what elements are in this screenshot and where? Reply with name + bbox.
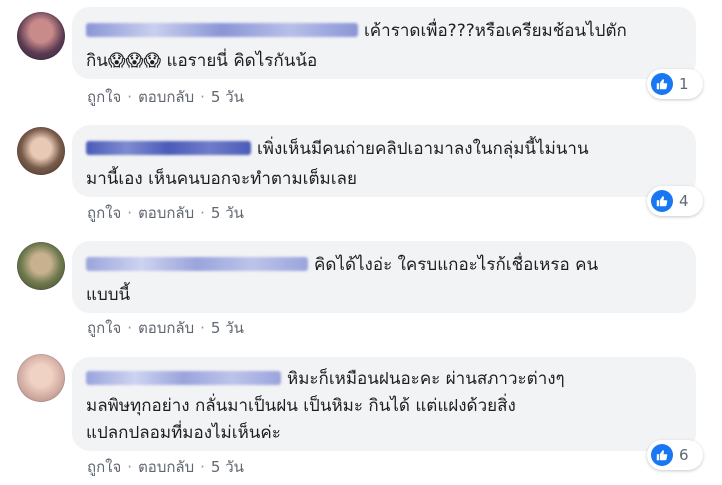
separator: · [200,88,205,106]
separator: · [200,204,205,222]
avatar[interactable] [17,12,65,60]
comment-actions: ถูกใจ · ตอบกลับ · 5 วัน [87,87,244,107]
reaction-summary[interactable]: 6 [647,440,703,470]
avatar[interactable] [17,127,65,175]
separator: · [127,458,133,476]
reply-link[interactable]: ตอบกลับ [138,319,194,337]
reaction-summary[interactable]: 1 [647,69,703,99]
like-icon [651,190,673,212]
separator: · [127,204,133,222]
comment-bubble: เค้าราดเพื่อ???หรือเครียมช้อนไปตัก กิน😱😱… [72,7,696,79]
commenter-name-blurred[interactable] [86,141,251,155]
like-icon [651,444,673,466]
timestamp-link[interactable]: 5 วัน [211,458,244,476]
avatar[interactable] [17,242,65,290]
reply-link[interactable]: ตอบกลับ [138,88,194,106]
separator: · [127,88,133,106]
like-link[interactable]: ถูกใจ [87,458,121,476]
reply-link[interactable]: ตอบกลับ [138,204,194,222]
reply-link[interactable]: ตอบกลับ [138,458,194,476]
like-link[interactable]: ถูกใจ [87,204,121,222]
reaction-summary[interactable]: 4 [647,186,703,216]
reaction-count: 4 [679,192,689,210]
reaction-count: 1 [679,75,689,93]
commenter-name-blurred[interactable] [86,371,281,385]
comment-actions: ถูกใจ · ตอบกลับ · 5 วัน [87,318,244,338]
timestamp-link[interactable]: 5 วัน [211,88,244,106]
like-link[interactable]: ถูกใจ [87,88,121,106]
timestamp-link[interactable]: 5 วัน [211,319,244,337]
reaction-count: 6 [679,446,689,464]
separator: · [200,458,205,476]
commenter-name-blurred[interactable] [86,257,308,271]
commenter-name-blurred[interactable] [86,23,358,37]
separator: · [127,319,133,337]
comment-actions: ถูกใจ · ตอบกลับ · 5 วัน [87,203,244,223]
comment-actions: ถูกใจ · ตอบกลับ · 5 วัน [87,457,244,477]
timestamp-link[interactable]: 5 วัน [211,204,244,222]
comment-bubble: หิมะก็เหมือนฝนอะคะ ผ่านสภาวะต่างๆ มลพิษท… [72,357,696,451]
avatar[interactable] [17,354,65,402]
separator: · [200,319,205,337]
like-link[interactable]: ถูกใจ [87,319,121,337]
comment-bubble: เพิ่งเห็นมีคนถ่ายคลิปเอามาลงในกลุ่มนี้ไม… [72,125,696,197]
like-icon [651,73,673,95]
comment-bubble: คิดได้ไงอ่ะ ใครบแกอะไรก้เชื่อเหรอ คน แบบ… [72,241,696,313]
